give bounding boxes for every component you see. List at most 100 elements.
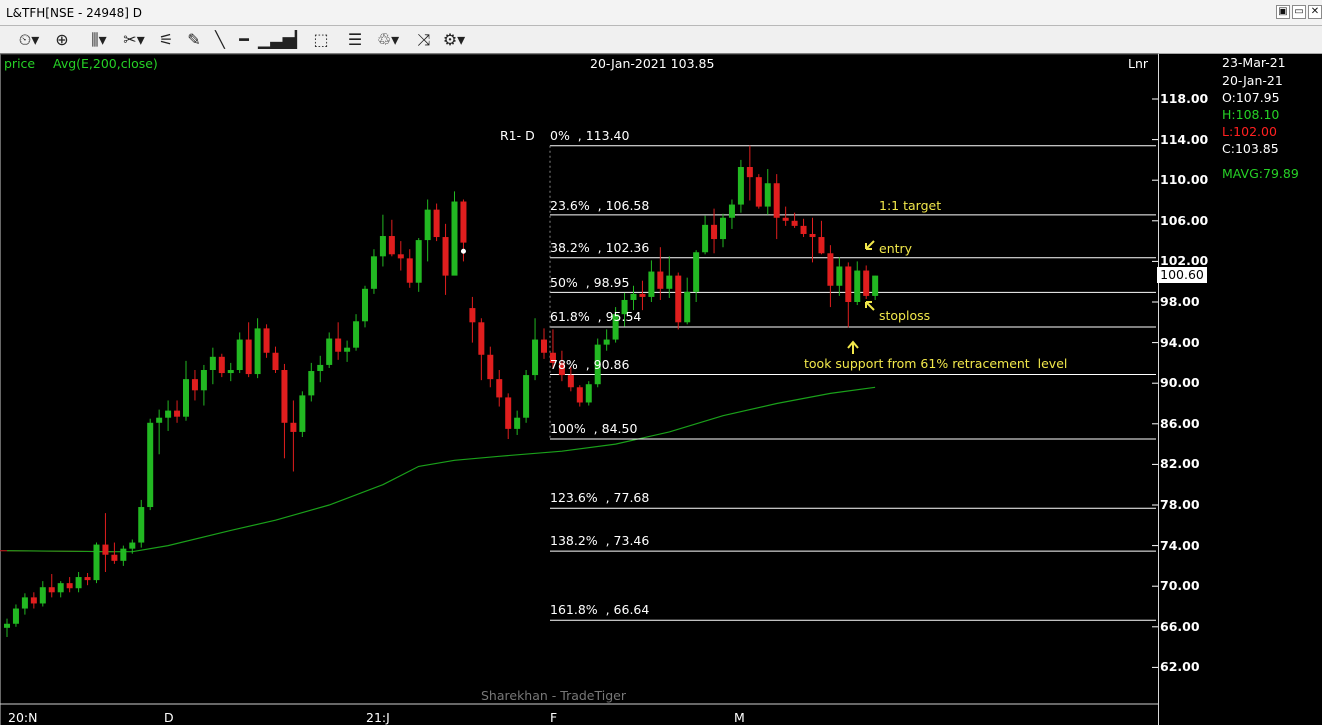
stoploss-arrow-icon xyxy=(865,301,875,311)
candle-body xyxy=(460,201,467,243)
x-label-dec: D xyxy=(164,710,174,725)
current-price-tag: 100.60 xyxy=(1157,267,1207,283)
y-tick-label: 94.00 xyxy=(1160,334,1200,350)
candle-body xyxy=(487,354,494,380)
x-label-mar: M xyxy=(734,710,745,725)
candle-body xyxy=(836,266,843,286)
candle-body xyxy=(66,583,73,589)
candle-body xyxy=(415,240,422,283)
candle-body xyxy=(424,209,431,241)
fib-title: R1- D xyxy=(500,128,535,143)
candle-body xyxy=(200,370,207,391)
candle-body xyxy=(379,236,386,257)
target-annotation: 1:1 target xyxy=(879,198,942,213)
candle-body xyxy=(75,577,82,589)
candle-body xyxy=(702,224,709,253)
info-date-cursor: 20-Jan-21 xyxy=(1222,73,1283,88)
candle-body xyxy=(48,587,55,593)
info-high: H:108.10 xyxy=(1222,107,1280,122)
fib-level-100: 100% , 84.50 xyxy=(550,421,638,436)
fib-level-0: 0% , 113.40 xyxy=(550,128,630,143)
x-label-nov: 20:N xyxy=(8,710,38,725)
candle-body xyxy=(138,507,145,543)
candle-body xyxy=(567,375,574,388)
x-label-jan: 21:J xyxy=(366,710,390,725)
candle-body xyxy=(585,384,592,403)
candle-body xyxy=(254,328,261,375)
candle-body xyxy=(818,237,825,254)
y-tick-label: 114.00 xyxy=(1160,131,1209,147)
candle-body xyxy=(684,291,691,323)
info-low: L:102.00 xyxy=(1222,124,1277,139)
candle-body xyxy=(639,293,646,297)
candle-body xyxy=(630,293,637,300)
candle-body xyxy=(84,577,91,581)
selected-candle-marker xyxy=(460,248,466,254)
candle-body xyxy=(245,339,252,375)
candle-body xyxy=(30,597,37,604)
candle-body xyxy=(478,322,485,355)
candle-body xyxy=(39,587,46,604)
scale-mode[interactable]: Lnr xyxy=(1128,56,1148,71)
candle-body xyxy=(728,204,735,218)
fib-level-161: 161.8% , 66.64 xyxy=(550,602,650,617)
candle-body xyxy=(147,422,154,508)
candle-body xyxy=(648,271,655,297)
y-tick-label: 66.00 xyxy=(1160,618,1200,634)
indicator-label: Avg(E,200,close) xyxy=(53,56,158,71)
candle-body xyxy=(406,258,413,283)
candle-body xyxy=(165,410,172,418)
y-tick-label: 118.00 xyxy=(1160,91,1209,106)
info-open: O:107.95 xyxy=(1222,90,1280,105)
candle-body xyxy=(666,275,673,289)
candle-body xyxy=(496,379,503,398)
candle-body xyxy=(603,339,610,345)
candle-body xyxy=(290,422,297,432)
candle-body xyxy=(782,217,789,221)
candle-body xyxy=(335,338,342,352)
candle-body xyxy=(755,177,762,207)
candle-body xyxy=(93,544,100,581)
candle-body xyxy=(523,375,530,418)
candle-body xyxy=(863,270,870,296)
candle-body xyxy=(773,183,780,218)
info-mavg: MAVG:79.89 xyxy=(1222,166,1299,181)
candle-body xyxy=(397,254,404,259)
stoploss-annotation: stoploss xyxy=(879,308,931,323)
y-tick-label: 98.00 xyxy=(1160,294,1200,309)
candle-body xyxy=(827,253,834,286)
candle-body xyxy=(263,328,270,353)
candle-body xyxy=(362,288,368,322)
candle-body xyxy=(218,356,225,374)
candle-body xyxy=(576,387,583,403)
y-tick-label: 62.00 xyxy=(1160,659,1200,675)
y-tick-label: 110.00 xyxy=(1160,172,1209,188)
candle-body xyxy=(308,371,315,396)
y-tick-label: 86.00 xyxy=(1160,415,1200,431)
x-label-feb: F xyxy=(550,710,558,725)
y-tick-label: 70.00 xyxy=(1160,578,1200,594)
candle-body xyxy=(156,417,163,423)
candle-body xyxy=(737,167,744,205)
candle-body xyxy=(174,410,181,417)
price-chart[interactable] xyxy=(0,0,1322,725)
candle-body xyxy=(746,167,753,178)
candle-body xyxy=(370,256,377,289)
candle-body xyxy=(675,275,682,323)
candle-body xyxy=(227,370,234,374)
y-tick-label: 82.00 xyxy=(1160,456,1200,472)
watermark: Sharekhan - TradeTiger xyxy=(481,688,626,703)
candle-body xyxy=(442,237,449,276)
candle-body xyxy=(791,220,798,226)
candle-body xyxy=(541,339,547,353)
candle-body xyxy=(720,217,726,240)
candle-body xyxy=(191,379,198,391)
candle-body xyxy=(344,347,351,352)
support-arrow-icon xyxy=(847,340,859,354)
info-date-current: 23-Mar-21 xyxy=(1222,55,1286,70)
fib-level-38: 38.2% , 102.36 xyxy=(550,240,650,255)
candle-body xyxy=(764,183,771,207)
fib-level-61: 61.8% , 95.54 xyxy=(550,309,642,324)
candle-body xyxy=(4,623,10,628)
mavg-line xyxy=(6,386,876,553)
